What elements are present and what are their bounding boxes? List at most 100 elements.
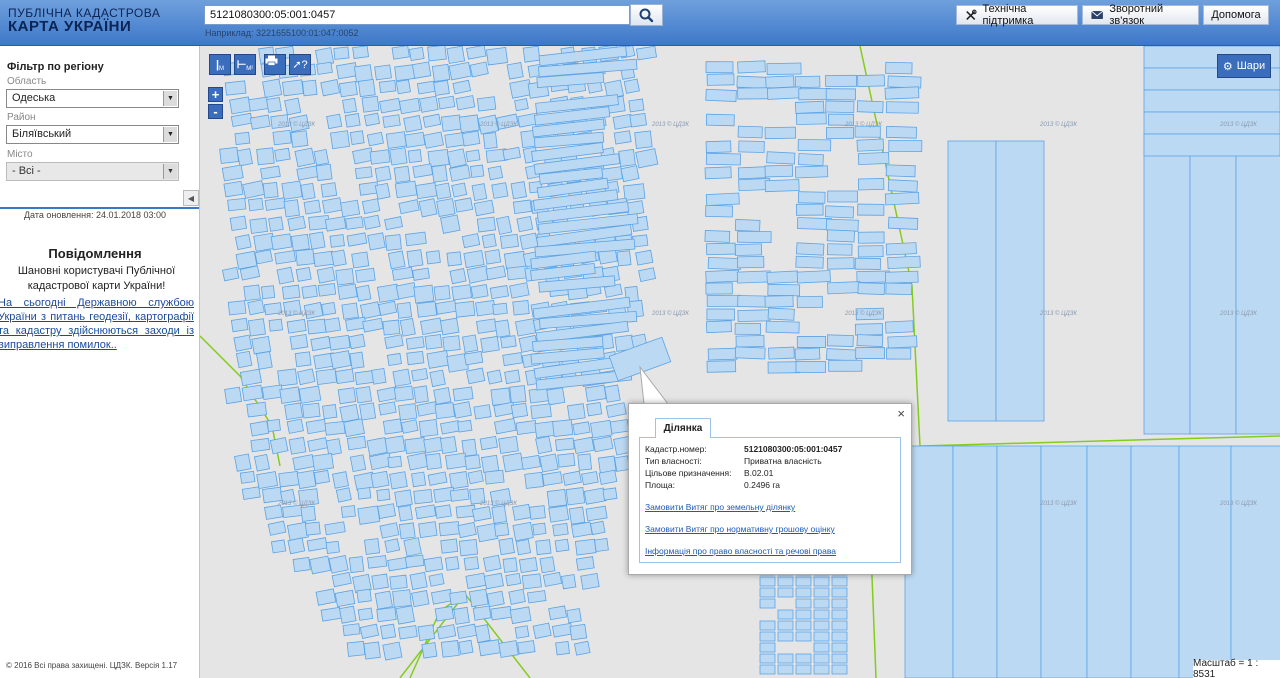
parcel[interactable] [831, 609, 848, 620]
parcel[interactable] [296, 469, 317, 490]
parcel[interactable] [430, 588, 453, 605]
parcel[interactable] [288, 436, 307, 455]
parcel[interactable] [448, 61, 472, 81]
parcel[interactable] [705, 282, 733, 295]
parcel[interactable] [759, 598, 776, 609]
parcel[interactable] [330, 130, 351, 150]
parcel[interactable] [405, 336, 425, 350]
parcel[interactable] [734, 243, 763, 256]
parcel[interactable] [279, 386, 301, 404]
parcel[interactable] [635, 249, 654, 266]
parcel[interactable] [292, 556, 311, 573]
parcel[interactable] [638, 267, 657, 283]
parcel[interactable] [825, 126, 854, 139]
parcel[interactable] [734, 322, 761, 335]
parcel[interactable] [794, 75, 821, 89]
parcel[interactable] [472, 605, 492, 621]
parcel[interactable] [510, 402, 529, 419]
parcel[interactable] [321, 197, 343, 214]
parcel[interactable] [392, 589, 412, 608]
cadastral-map[interactable] [200, 46, 1280, 678]
parcel[interactable] [398, 199, 420, 215]
parcel[interactable] [454, 197, 474, 213]
parcel[interactable] [573, 640, 591, 656]
parcel[interactable] [346, 435, 367, 451]
parcel[interactable] [306, 537, 328, 552]
parcel[interactable] [831, 587, 848, 598]
field-parcel[interactable] [1130, 445, 1180, 678]
parcel[interactable] [364, 538, 381, 555]
parcel[interactable] [495, 215, 513, 235]
parcel[interactable] [264, 197, 287, 211]
parcel[interactable] [494, 319, 511, 338]
parcel[interactable] [452, 386, 474, 402]
parcel[interactable] [349, 351, 365, 370]
parcel[interactable] [282, 504, 303, 518]
parcel[interactable] [277, 368, 298, 387]
parcel[interactable] [620, 165, 640, 183]
field-parcel[interactable] [1143, 89, 1280, 113]
parcel[interactable] [484, 249, 502, 265]
parcel[interactable] [609, 419, 630, 434]
parcel[interactable] [286, 418, 304, 434]
parcel[interactable] [546, 387, 566, 406]
parcel[interactable] [433, 285, 451, 301]
parcel[interactable] [247, 318, 266, 337]
parcel[interactable] [580, 572, 600, 590]
parcel[interactable] [535, 435, 553, 455]
parcel[interactable] [316, 61, 333, 75]
parcel[interactable] [706, 73, 735, 86]
parcel[interactable] [765, 75, 795, 89]
parcel[interactable] [418, 521, 438, 539]
parcel[interactable] [301, 402, 321, 419]
parcel[interactable] [635, 148, 659, 169]
parcel[interactable] [292, 454, 315, 471]
popup-close-button[interactable]: × [897, 406, 905, 421]
order-parcel-extract-link[interactable]: Замовити Витяг про земельну ділянку [645, 502, 795, 512]
parcel[interactable] [408, 46, 425, 62]
parcel[interactable] [825, 88, 856, 101]
parcel[interactable] [857, 282, 885, 295]
parcel[interactable] [377, 503, 397, 519]
region-select[interactable]: Одеська ▼ [6, 89, 179, 108]
parcel[interactable] [306, 318, 327, 335]
parcel[interactable] [492, 302, 508, 316]
parcel[interactable] [795, 653, 812, 664]
parcel[interactable] [416, 80, 436, 95]
parcel[interactable] [466, 367, 486, 385]
parcel[interactable] [418, 198, 438, 218]
parcel[interactable] [235, 350, 253, 369]
parcel[interactable] [457, 419, 473, 433]
parcel[interactable] [512, 521, 534, 542]
news-link[interactable]: На сьогодні Державною службою України з … [0, 296, 194, 352]
parcel[interactable] [826, 229, 855, 243]
parcel[interactable] [467, 469, 484, 485]
parcel[interactable] [466, 265, 490, 284]
parcel[interactable] [391, 266, 414, 281]
parcel[interactable] [795, 255, 824, 269]
parcel[interactable] [532, 522, 547, 536]
parcel[interactable] [234, 131, 251, 146]
parcel[interactable] [337, 387, 357, 405]
parcel[interactable] [465, 149, 481, 163]
parcel[interactable] [562, 470, 582, 486]
parcel[interactable] [539, 556, 556, 574]
parcel[interactable] [320, 606, 342, 622]
measure-length-button[interactable]: | М [209, 54, 231, 75]
parcel[interactable] [230, 112, 253, 128]
parcel[interactable] [796, 242, 825, 256]
parcel[interactable] [479, 435, 498, 451]
parcel[interactable] [515, 419, 538, 436]
parcel[interactable] [813, 609, 830, 620]
parcel[interactable] [602, 487, 618, 501]
field-parcel[interactable] [1230, 445, 1280, 678]
parcel[interactable] [274, 147, 291, 162]
parcel[interactable] [295, 266, 312, 282]
parcel[interactable] [440, 538, 459, 554]
parcel[interactable] [794, 100, 825, 114]
parcel[interactable] [734, 219, 761, 232]
parcel[interactable] [482, 554, 502, 572]
parcel[interactable] [404, 131, 426, 148]
parcel[interactable] [451, 284, 473, 301]
parcel[interactable] [270, 539, 287, 554]
